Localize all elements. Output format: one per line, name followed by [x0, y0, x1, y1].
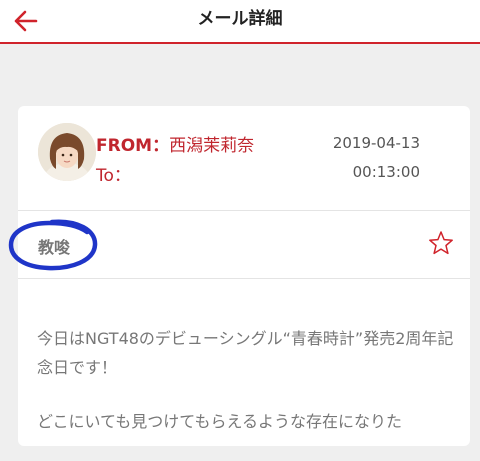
star-outline-icon [429, 231, 453, 255]
body-paragraph: 今日はNGT48のデビューシングル“青春時計”発売2周年記念日です！ [37, 329, 454, 377]
from-line: FROM：西潟茉莉奈 [96, 131, 254, 156]
top-app-bar: メール詳細 [0, 0, 480, 44]
mail-date: 2019-04-13 [332, 134, 420, 152]
mail-body: 今日はNGT48のデビューシングル“青春時計”発売2周年記念日です！ どこにいて… [37, 324, 457, 461]
body-paragraph: どこにいても見つけてもらえるような存在になりた [37, 412, 402, 431]
from-label: FROM： [96, 136, 170, 156]
mail-detail-card: FROM：西潟茉莉奈 To： 2019-04-13 00:13:00 教唆 今日… [18, 106, 470, 446]
to-label: To： [96, 166, 131, 186]
page-title: メール詳細 [197, 9, 283, 29]
mail-time: 00:13:00 [352, 163, 420, 181]
favorite-button[interactable] [428, 230, 454, 256]
sender-name: 西潟茉莉奈 [169, 136, 255, 156]
divider [18, 210, 470, 211]
divider [18, 278, 470, 279]
sender-avatar [38, 123, 96, 181]
mail-subject: 教唆 [38, 238, 71, 257]
